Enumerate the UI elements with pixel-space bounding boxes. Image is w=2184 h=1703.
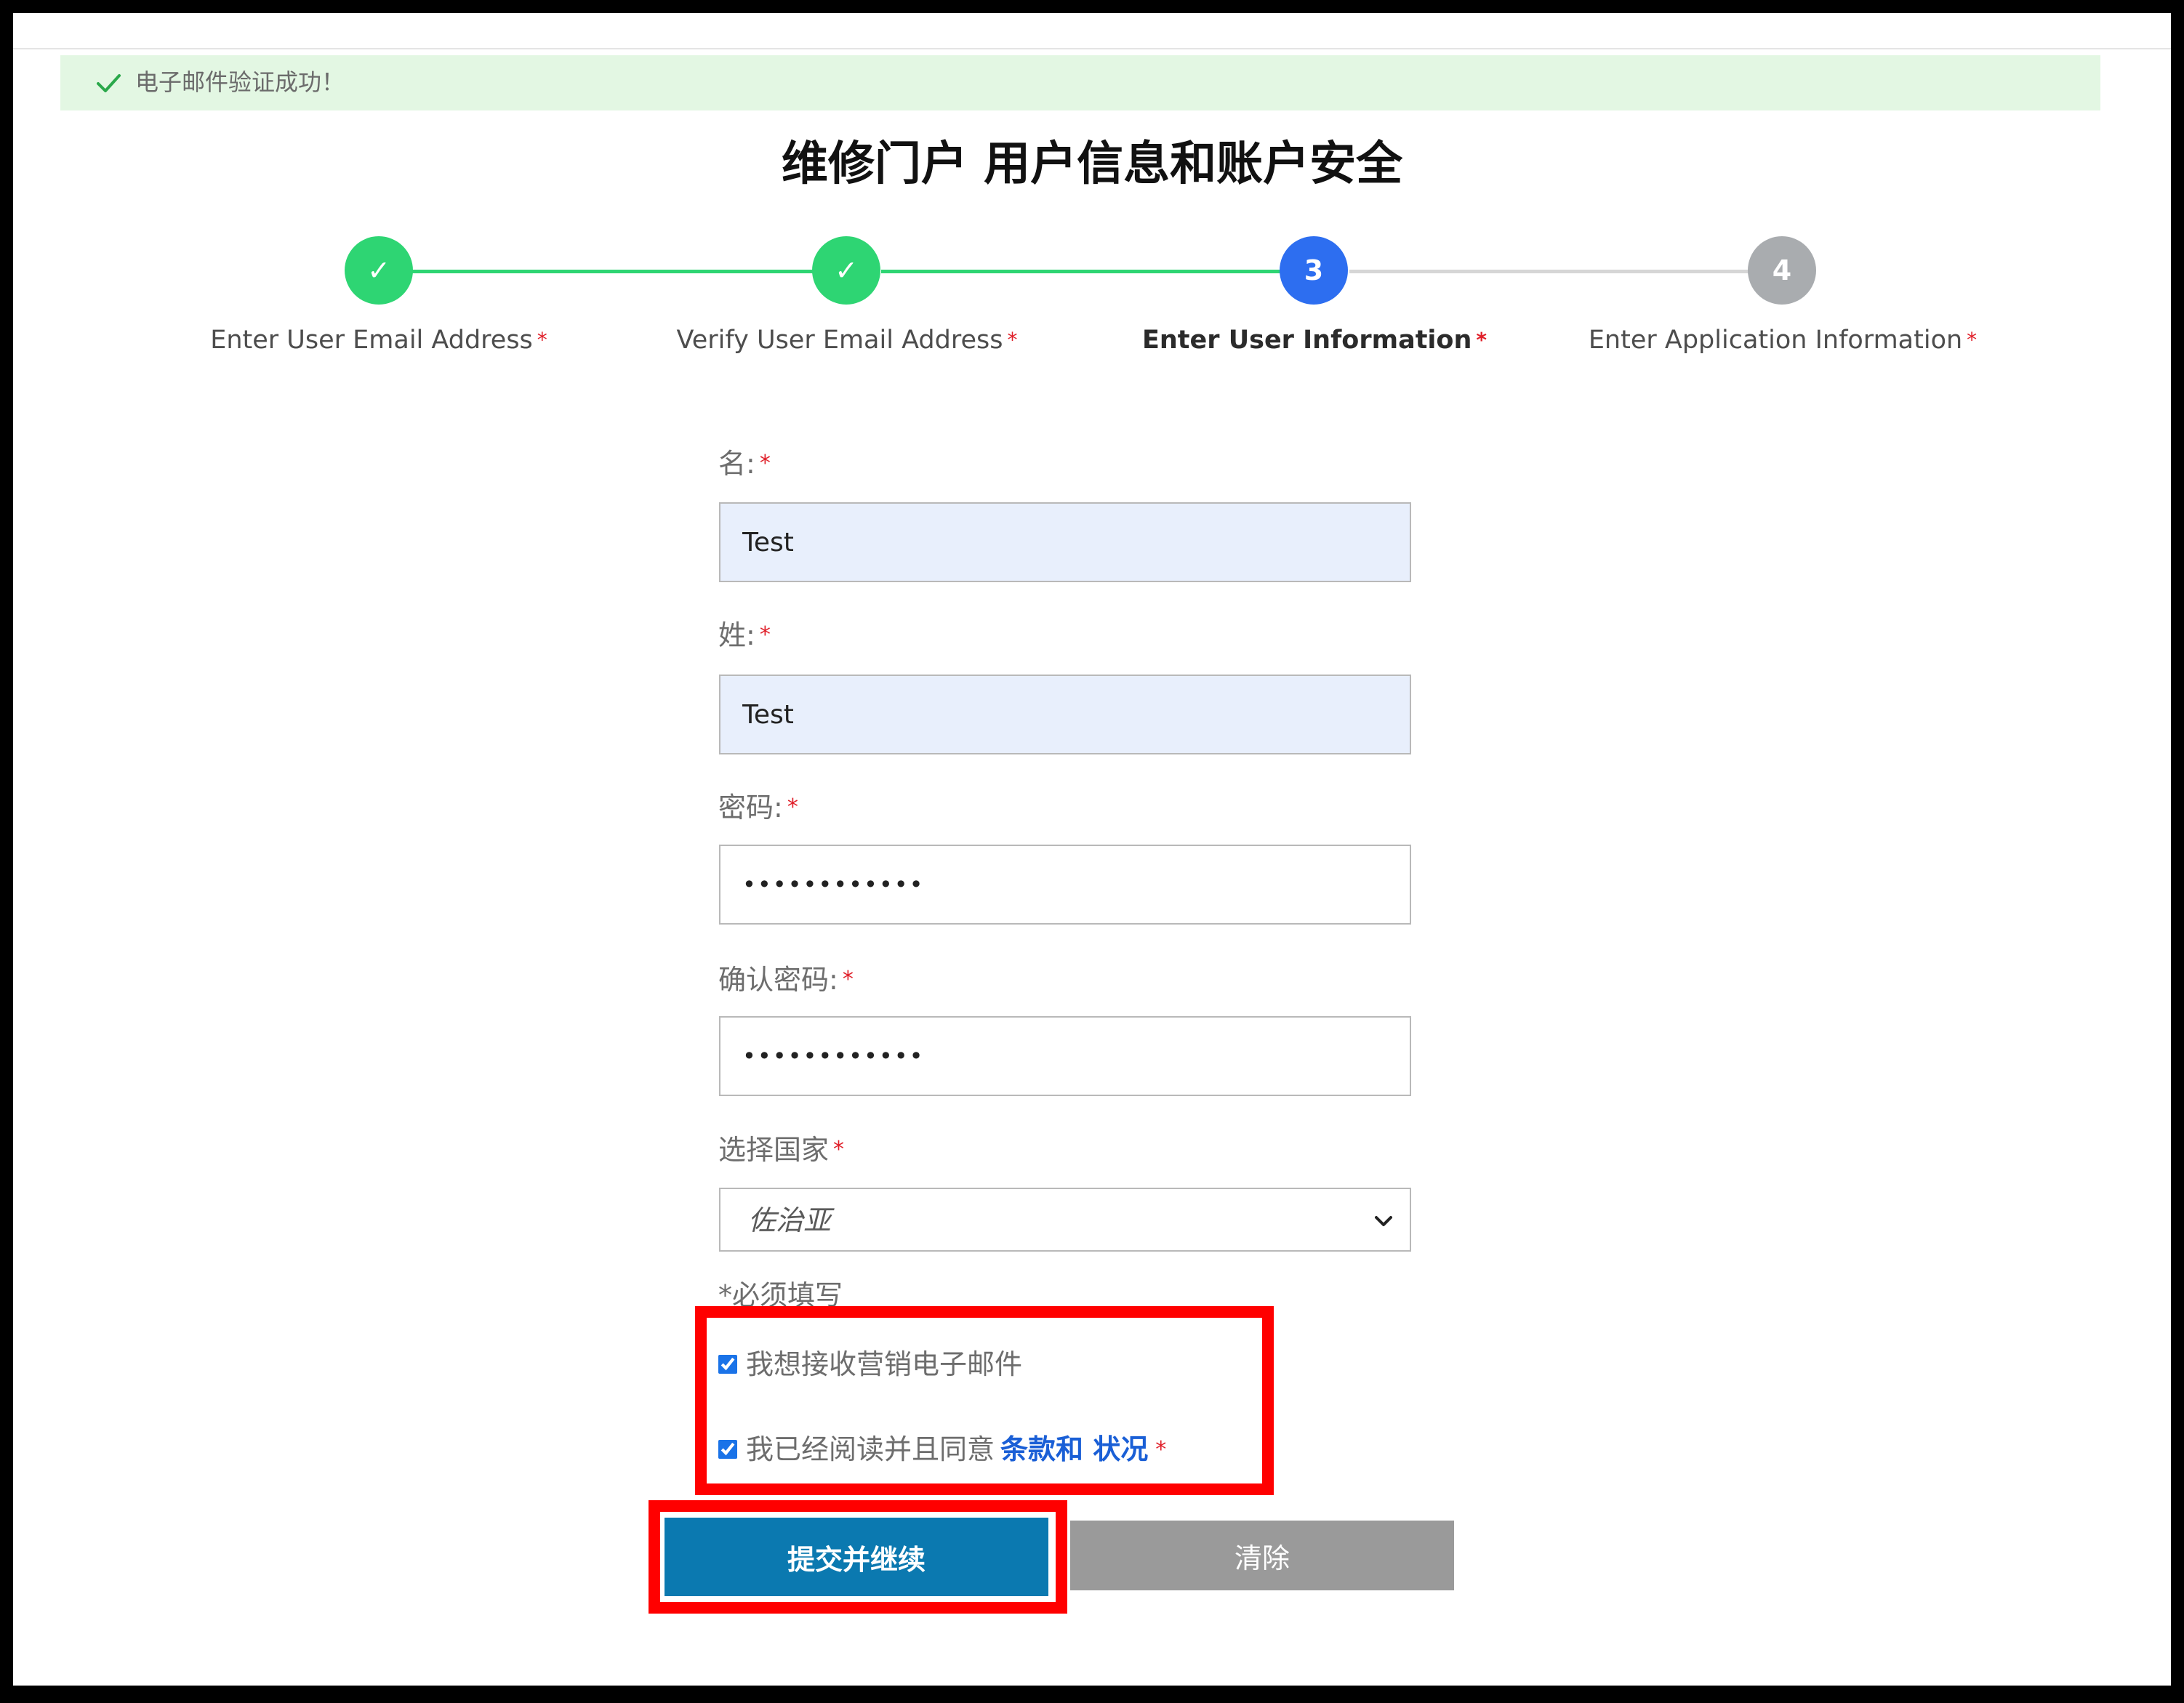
required-asterisk: *	[842, 967, 854, 992]
password-input[interactable]	[719, 845, 1411, 925]
step-1-complete-icon: ✓	[345, 236, 413, 305]
required-asterisk: *	[759, 622, 771, 648]
last-name-label: 姓: *	[718, 619, 771, 651]
required-asterisk: *	[787, 794, 798, 820]
required-asterisk: *	[1967, 328, 1978, 352]
confirm-password-input[interactable]	[719, 1016, 1411, 1096]
step-3-current-marker: 3	[1280, 236, 1348, 305]
check-icon	[97, 74, 121, 92]
password-label: 密码: *	[718, 792, 798, 824]
stepper-connector-3-4	[1349, 270, 1752, 273]
country-label: 选择国家 *	[718, 1134, 845, 1166]
confirm-password-label: 确认密码: *	[718, 964, 854, 996]
required-asterisk: *	[759, 451, 771, 476]
submit-highlight-annotation	[649, 1500, 1067, 1614]
step-3-label: Enter User Information *	[1141, 326, 1488, 355]
checkbox-highlight-annotation	[695, 1306, 1274, 1495]
required-asterisk: *	[1007, 328, 1018, 352]
step-2-label: Verify User Email Address *	[676, 326, 1018, 355]
banner-message: 电子邮件验证成功！	[135, 68, 345, 96]
stepper-connector-1-2	[411, 270, 814, 273]
country-selected-value: 佐治亚	[748, 1204, 832, 1236]
last-name-input[interactable]	[719, 675, 1411, 754]
first-name-label: 名: *	[718, 448, 771, 480]
page-title: 维修门户 用户信息和账户安全	[781, 137, 1403, 191]
required-asterisk: *	[537, 328, 547, 352]
required-asterisk: *	[1476, 328, 1488, 352]
step-2-complete-icon: ✓	[812, 236, 880, 305]
first-name-input[interactable]	[719, 502, 1411, 582]
step-1-label: Enter User Email Address *	[210, 326, 547, 355]
top-divider	[13, 48, 2171, 49]
chevron-down-icon	[1375, 1216, 1392, 1226]
step-4-pending-marker: 4	[1748, 236, 1816, 305]
required-asterisk: *	[833, 1137, 845, 1162]
step-4-label: Enter Application Information *	[1588, 326, 1978, 355]
country-select[interactable]: 佐治亚	[719, 1188, 1411, 1252]
success-banner: 电子邮件验证成功！	[60, 55, 2100, 110]
clear-button[interactable]: 清除	[1070, 1521, 1454, 1590]
stepper-connector-2-3	[881, 270, 1284, 273]
